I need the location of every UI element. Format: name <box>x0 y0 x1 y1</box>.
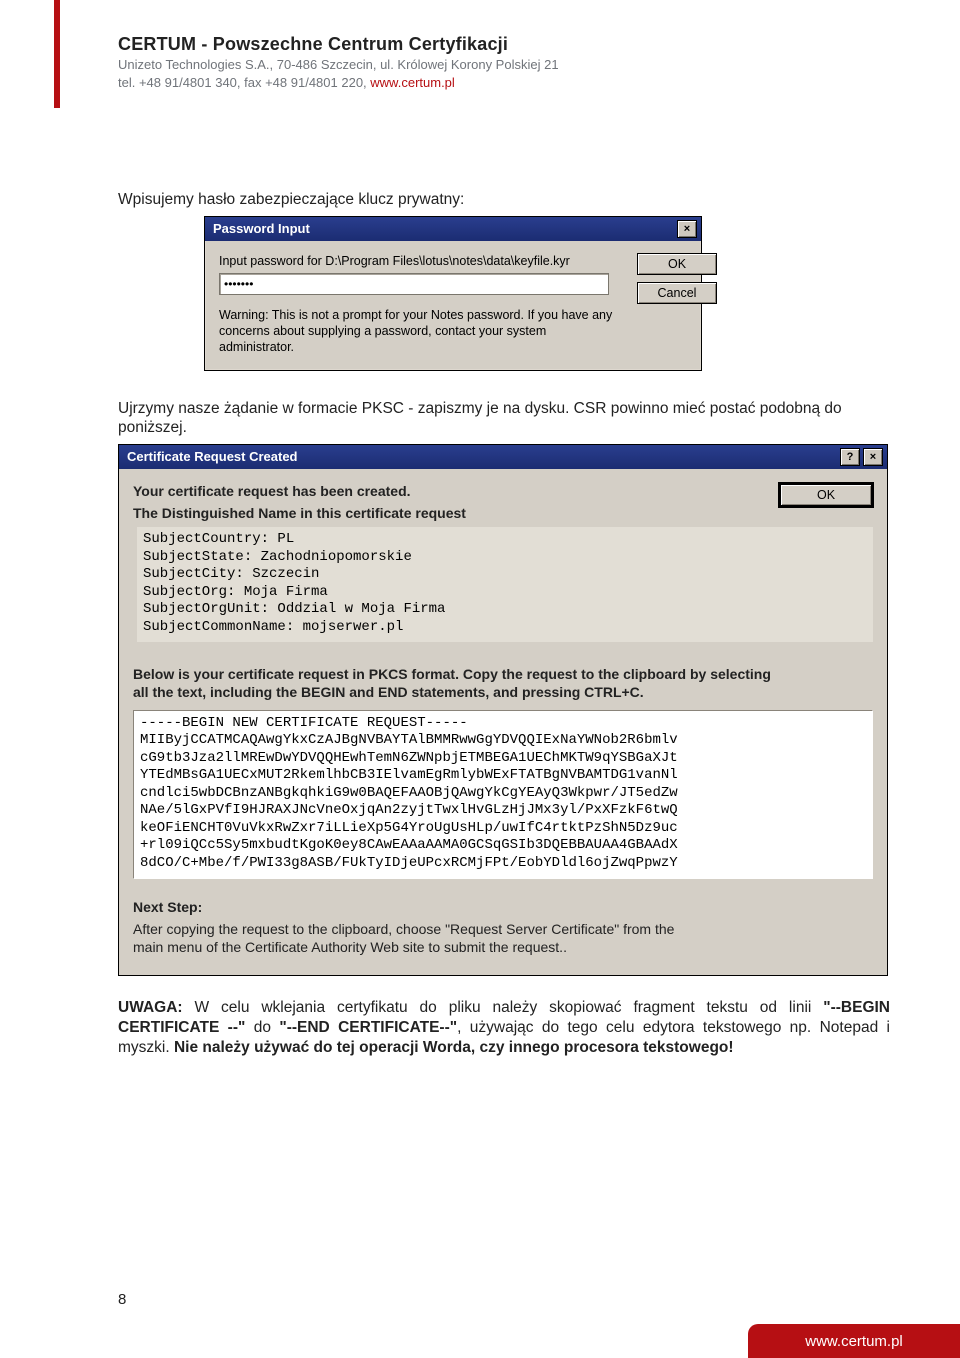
note-end: "--END CERTIFICATE--" <box>279 1019 457 1036</box>
footer-url: www.certum.pl <box>805 1333 903 1350</box>
dialog-titlebar: Certificate Request Created ? × <box>119 445 887 469</box>
dialog-csr-created: Certificate Request Created ? × Your cer… <box>118 444 888 976</box>
ok-button[interactable]: OK <box>637 253 717 275</box>
header-contact: tel. +48 91/4801 340, fax +48 91/4801 22… <box>118 75 900 90</box>
note-warning: Nie należy używać do tej operacji Worda,… <box>174 1039 734 1056</box>
note-text-2: do <box>245 1019 279 1036</box>
csr-instructions: Below is your certificate request in PKC… <box>133 666 773 702</box>
header-accent-bar <box>54 0 60 108</box>
header-contact-text: tel. +48 91/4801 340, fax +48 91/4801 22… <box>118 75 370 90</box>
page-number: 8 <box>118 1291 126 1308</box>
password-warning: Warning: This is not a prompt for your N… <box>219 307 619 356</box>
note-text-1: W celu wklejania certyfikatu do pliku na… <box>183 999 824 1016</box>
next-step-text: After copying the request to the clipboa… <box>133 921 693 957</box>
dialog-title: Password Input <box>213 221 310 238</box>
help-icon[interactable]: ? <box>840 448 860 466</box>
ok-button[interactable]: OK <box>779 483 873 507</box>
intro-paragraph-2: Ujrzymy nasze żądanie w formacie PKSC - … <box>118 399 890 439</box>
header-title: CERTUM - Powszechne Centrum Certyfikacji <box>118 34 900 55</box>
csr-heading: Your certificate request has been create… <box>133 483 775 501</box>
page-header: CERTUM - Powszechne Centrum Certyfikacji… <box>118 34 900 90</box>
close-icon[interactable]: × <box>863 448 883 466</box>
csr-text: -----BEGIN NEW CERTIFICATE REQUEST----- … <box>140 715 866 873</box>
dialog-title: Certificate Request Created <box>127 449 298 466</box>
footer-tab: www.certum.pl <box>748 1324 960 1358</box>
header-link: www.certum.pl <box>370 75 455 90</box>
header-address: Unizeto Technologies S.A., 70-486 Szczec… <box>118 57 900 72</box>
password-field[interactable] <box>219 273 609 295</box>
password-prompt: Input password for D:\Program Files\lotu… <box>219 253 619 269</box>
csr-dn-box: SubjectCountry: PL SubjectState: Zachodn… <box>137 527 873 642</box>
close-icon[interactable]: × <box>677 220 697 238</box>
note-label: UWAGA: <box>118 999 183 1016</box>
intro-paragraph-1: Wpisujemy hasło zabezpieczające klucz pr… <box>118 190 890 210</box>
cancel-button[interactable]: Cancel <box>637 282 717 304</box>
dialog-titlebar: Password Input × <box>205 217 701 241</box>
csr-text-box[interactable]: -----BEGIN NEW CERTIFICATE REQUEST----- … <box>133 710 873 880</box>
dialog-body: Input password for D:\Program Files\lotu… <box>205 241 701 370</box>
csr-dn-lines: SubjectCountry: PL SubjectState: Zachodn… <box>143 531 867 636</box>
dialog-body: Your certificate request has been create… <box>119 469 887 975</box>
note-paragraph: UWAGA: W celu wklejania certyfikatu do p… <box>118 998 890 1057</box>
csr-dn-title: The Distinguished Name in this certifica… <box>133 505 775 523</box>
page-content: Wpisujemy hasło zabezpieczające klucz pr… <box>118 190 890 1073</box>
dialog-password-input: Password Input × Input password for D:\P… <box>204 216 702 371</box>
next-step-label: Next Step: <box>133 899 873 917</box>
